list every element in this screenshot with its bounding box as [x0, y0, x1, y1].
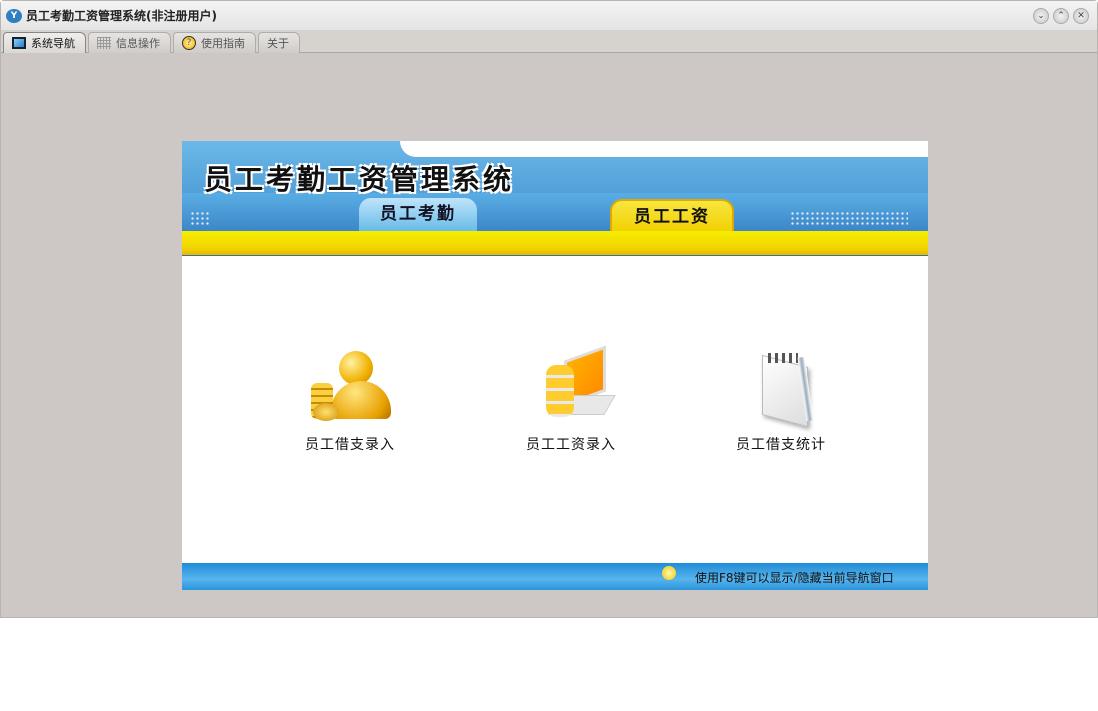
title-bar: Y 员工考勤工资管理系统(非注册用户) ⌄ ⌃ ✕ — [1, 1, 1097, 31]
tab-system-nav[interactable]: 系统导航 — [3, 32, 86, 53]
tab-label: 使用指南 — [201, 37, 245, 50]
tab-about[interactable]: 关于 — [258, 32, 300, 53]
app-logo-icon: Y — [6, 8, 22, 23]
banner-tab-attendance[interactable]: 员工考勤 — [359, 198, 477, 231]
banner-title: 员工考勤工资管理系统 — [204, 163, 515, 196]
status-footer: 使用F8键可以显示/隐藏当前导航窗口 — [182, 563, 928, 590]
help-icon: ? — [182, 36, 196, 50]
monitor-icon — [12, 37, 26, 49]
tab-label: 关于 — [267, 37, 289, 50]
laptop-coins-icon — [526, 345, 616, 426]
tab-label: 系统导航 — [31, 37, 75, 50]
banner-tab-salary[interactable]: 员工工资 — [610, 199, 734, 232]
app-window: Y 员工考勤工资管理系统(非注册用户) ⌄ ⌃ ✕ 系统导航 信息操作 ? 使用… — [0, 0, 1098, 618]
item-salary-entry[interactable]: 员工工资录入 — [496, 345, 646, 454]
banner-header: 员工考勤工资管理系统 员工考勤 员工工资 — [182, 141, 928, 256]
notepad-pen-icon — [736, 351, 826, 428]
user-coins-icon — [305, 351, 395, 426]
navigation-panel: 员工考勤工资管理系统 员工考勤 员工工资 员工借支录入 员工工资录入 员工借支统… — [182, 141, 928, 590]
item-loan-entry[interactable]: 员工借支录入 — [275, 351, 425, 454]
maximize-button[interactable]: ⌃ — [1053, 8, 1069, 24]
tab-bar: 系统导航 信息操作 ? 使用指南 关于 — [1, 31, 1097, 53]
f8-hint: 使用F8键可以显示/隐藏当前导航窗口 — [695, 571, 894, 585]
item-label: 员工借支统计 — [736, 437, 826, 453]
close-button[interactable]: ✕ — [1073, 8, 1089, 24]
window-title: 员工考勤工资管理系统(非注册用户) — [26, 9, 217, 23]
grid-icon — [97, 37, 111, 49]
lightbulb-icon — [662, 566, 676, 580]
item-loan-stats[interactable]: 员工借支统计 — [706, 351, 856, 454]
dots-decoration — [190, 211, 210, 227]
tab-info-ops[interactable]: 信息操作 — [88, 32, 171, 53]
minimize-button[interactable]: ⌄ — [1033, 8, 1049, 24]
tab-user-guide[interactable]: ? 使用指南 — [173, 32, 256, 53]
item-label: 员工借支录入 — [305, 437, 395, 453]
dots-decoration — [790, 211, 908, 227]
item-label: 员工工资录入 — [526, 437, 616, 453]
tab-label: 信息操作 — [116, 37, 160, 50]
